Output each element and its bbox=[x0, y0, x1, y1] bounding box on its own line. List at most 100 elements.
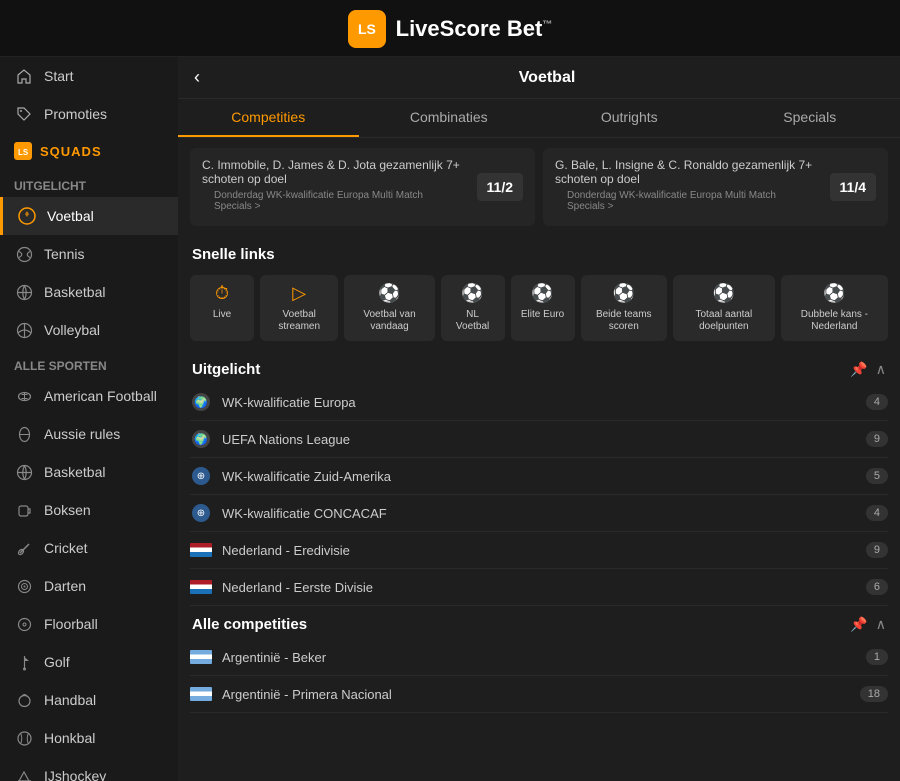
sidebar-item-cricket[interactable]: Cricket bbox=[0, 529, 178, 567]
ql-streamen[interactable]: ▷ Voetbal streamen bbox=[260, 275, 338, 341]
ql-elite-label: Elite Euro bbox=[521, 309, 564, 321]
comp-item-wk-europa[interactable]: 🌍 WK-kwalificatie Europa 4 bbox=[190, 384, 888, 421]
alle-comp-title: Alle competities bbox=[192, 616, 307, 633]
sidebar-item-handbal[interactable]: Handbal bbox=[0, 681, 178, 719]
american-football-icon bbox=[14, 386, 34, 406]
promo-odds-1[interactable]: 11/4 bbox=[830, 173, 876, 201]
ql-beide-teams[interactable]: ⚽ Beide teams scoren bbox=[581, 275, 667, 341]
comp-count-eerste: 6 bbox=[866, 579, 888, 595]
ql-vandaag-label: Voetbal van vandaag bbox=[354, 309, 424, 333]
darts-icon bbox=[14, 576, 34, 596]
nl-flag bbox=[190, 543, 212, 557]
ql-vandaag[interactable]: ⚽ Voetbal van vandaag bbox=[344, 275, 434, 341]
logo-icon: LS bbox=[348, 10, 386, 48]
arg-flag bbox=[190, 650, 212, 664]
comp-count-arg-primera: 18 bbox=[860, 686, 888, 702]
ql-live[interactable]: ⏱ Live bbox=[190, 275, 254, 341]
sidebar-item-voetbal[interactable]: Voetbal bbox=[0, 197, 178, 235]
content-area: ‹ Voetbal Competities Combinaties Outrig… bbox=[178, 57, 900, 781]
sidebar-item-honkbal[interactable]: Honkbal bbox=[0, 719, 178, 757]
hockey-icon bbox=[14, 766, 34, 781]
promo-row: C. Immobile, D. James & D. Jota gezamenl… bbox=[178, 138, 900, 236]
elite-euro-icon: ⚽ bbox=[531, 283, 553, 304]
sidebar-item-volleybal[interactable]: Volleybal bbox=[0, 311, 178, 349]
flag-wk-europa: 🌍 bbox=[190, 394, 212, 410]
comp-item-arg-primera[interactable]: Argentinië - Primera Nacional 18 bbox=[190, 676, 888, 713]
comp-name-arg-primera: Argentinië - Primera Nacional bbox=[222, 687, 860, 702]
uitgelicht-header: Uitgelicht 📌 ∧ bbox=[178, 351, 900, 384]
ql-dubbele-kans[interactable]: ⚽ Dubbele kans - Nederland bbox=[781, 275, 888, 341]
collapse2-icon[interactable]: ∧ bbox=[876, 616, 886, 633]
all-competition-list: Argentinië - Beker 1 Argentinië - Primer… bbox=[178, 639, 900, 713]
comp-count-uefa: 9 bbox=[866, 431, 888, 447]
tab-competities[interactable]: Competities bbox=[178, 99, 359, 137]
comp-count-concacaf: 4 bbox=[866, 505, 888, 521]
sidebar-item-american-football[interactable]: American Football bbox=[0, 377, 178, 415]
dubbele-kans-icon: ⚽ bbox=[823, 283, 845, 304]
quick-links-row: ⏱ Live ▷ Voetbal streamen ⚽ Voetbal van … bbox=[178, 269, 900, 351]
sidebar-item-basketbal[interactable]: Basketbal bbox=[0, 273, 178, 311]
uitgelicht-section-label: Uitgelicht bbox=[0, 169, 178, 197]
sidebar-item-start[interactable]: Start bbox=[0, 57, 178, 95]
flag-concacaf: ⊕ bbox=[190, 505, 212, 521]
tag-icon bbox=[14, 104, 34, 124]
sidebar-item-floorball[interactable]: Floorball bbox=[0, 605, 178, 643]
uitgelicht-actions: 📌 ∧ bbox=[850, 361, 886, 378]
sidebar-item-ijshockey[interactable]: IJshockey bbox=[0, 757, 178, 781]
quick-links-header: Snelle links bbox=[178, 236, 900, 269]
sidebar-item-squads[interactable]: LS SQUADS bbox=[0, 133, 178, 169]
comp-item-concacaf[interactable]: ⊕ WK-kwalificatie CONCACAF 4 bbox=[190, 495, 888, 532]
sidebar-item-promoties[interactable]: Promoties bbox=[0, 95, 178, 133]
ql-elite-euro[interactable]: ⚽ Elite Euro bbox=[511, 275, 575, 341]
handball-icon bbox=[14, 690, 34, 710]
comp-count-arg-beker: 1 bbox=[866, 649, 888, 665]
sidebar-item-aussie-rules[interactable]: Aussie rules bbox=[0, 415, 178, 453]
nl-voetbal-icon: ⚽ bbox=[461, 283, 483, 304]
ql-nl-voetbal[interactable]: ⚽ NL Voetbal bbox=[441, 275, 505, 341]
flag-arg-primera bbox=[190, 686, 212, 702]
pin2-icon[interactable]: 📌 bbox=[850, 616, 867, 633]
content-header: ‹ Voetbal bbox=[178, 57, 900, 99]
back-button[interactable]: ‹ bbox=[194, 67, 200, 88]
tab-combinaties[interactable]: Combinaties bbox=[359, 99, 540, 137]
live-icon: ⏱ bbox=[215, 283, 229, 304]
stream-icon: ▷ bbox=[292, 283, 306, 304]
sidebar-item-basketbal2[interactable]: Basketbal bbox=[0, 453, 178, 491]
promo-link-1: Donderdag WK-kwalificatie Europa Multi M… bbox=[555, 186, 822, 216]
promo-card-0[interactable]: C. Immobile, D. James & D. Jota gezamenl… bbox=[190, 148, 535, 226]
comp-name-eerste: Nederland - Eerste Divisie bbox=[222, 580, 866, 595]
quick-links-title: Snelle links bbox=[192, 246, 275, 263]
comp-item-uefa[interactable]: 🌍 UEFA Nations League 9 bbox=[190, 421, 888, 458]
content-title: Voetbal bbox=[210, 69, 884, 87]
comp-count-eredivisie: 9 bbox=[866, 542, 888, 558]
competition-list: 🌍 WK-kwalificatie Europa 4 🌍 UEFA Nation… bbox=[178, 384, 900, 606]
ql-totaal[interactable]: ⚽ Totaal aantal doelpunten bbox=[673, 275, 775, 341]
comp-item-arg-beker[interactable]: Argentinië - Beker 1 bbox=[190, 639, 888, 676]
nl-flag2 bbox=[190, 580, 212, 594]
sidebar-item-boksen[interactable]: Boksen bbox=[0, 491, 178, 529]
flag-nl-eredivisie bbox=[190, 542, 212, 558]
promo-card-1[interactable]: G. Bale, L. Insigne & C. Ronaldo gezamen… bbox=[543, 148, 888, 226]
sidebar-item-golf[interactable]: Golf bbox=[0, 643, 178, 681]
promo-odds-0[interactable]: 11/2 bbox=[477, 173, 523, 201]
globe-icon: 🌍 bbox=[192, 393, 210, 411]
comp-item-eerste[interactable]: Nederland - Eerste Divisie 6 bbox=[190, 569, 888, 606]
ql-streamen-label: Voetbal streamen bbox=[270, 309, 328, 333]
tennis-icon bbox=[14, 244, 34, 264]
pin-icon[interactable]: 📌 bbox=[850, 361, 867, 378]
comp-name-wk-za: WK-kwalificatie Zuid-Amerika bbox=[222, 469, 866, 484]
comp-item-wk-za[interactable]: ⊕ WK-kwalificatie Zuid-Amerika 5 bbox=[190, 458, 888, 495]
sidebar-item-tennis[interactable]: Tennis bbox=[0, 235, 178, 273]
conf2-icon: ⊕ bbox=[192, 504, 210, 522]
main-layout: Start Promoties LS SQUADS Uitgelicht bbox=[0, 57, 900, 781]
comp-item-eredivisie[interactable]: Nederland - Eredivisie 9 bbox=[190, 532, 888, 569]
collapse-icon[interactable]: ∧ bbox=[876, 361, 886, 378]
svg-text:LS: LS bbox=[18, 148, 29, 157]
tab-specials[interactable]: Specials bbox=[720, 99, 900, 137]
tab-bar: Competities Combinaties Outrights Specia… bbox=[178, 99, 900, 138]
basketball-icon bbox=[14, 282, 34, 302]
flag-nl-eerste bbox=[190, 579, 212, 595]
sidebar-item-darten[interactable]: Darten bbox=[0, 567, 178, 605]
tab-outrights[interactable]: Outrights bbox=[539, 99, 720, 137]
aussie-icon bbox=[14, 424, 34, 444]
